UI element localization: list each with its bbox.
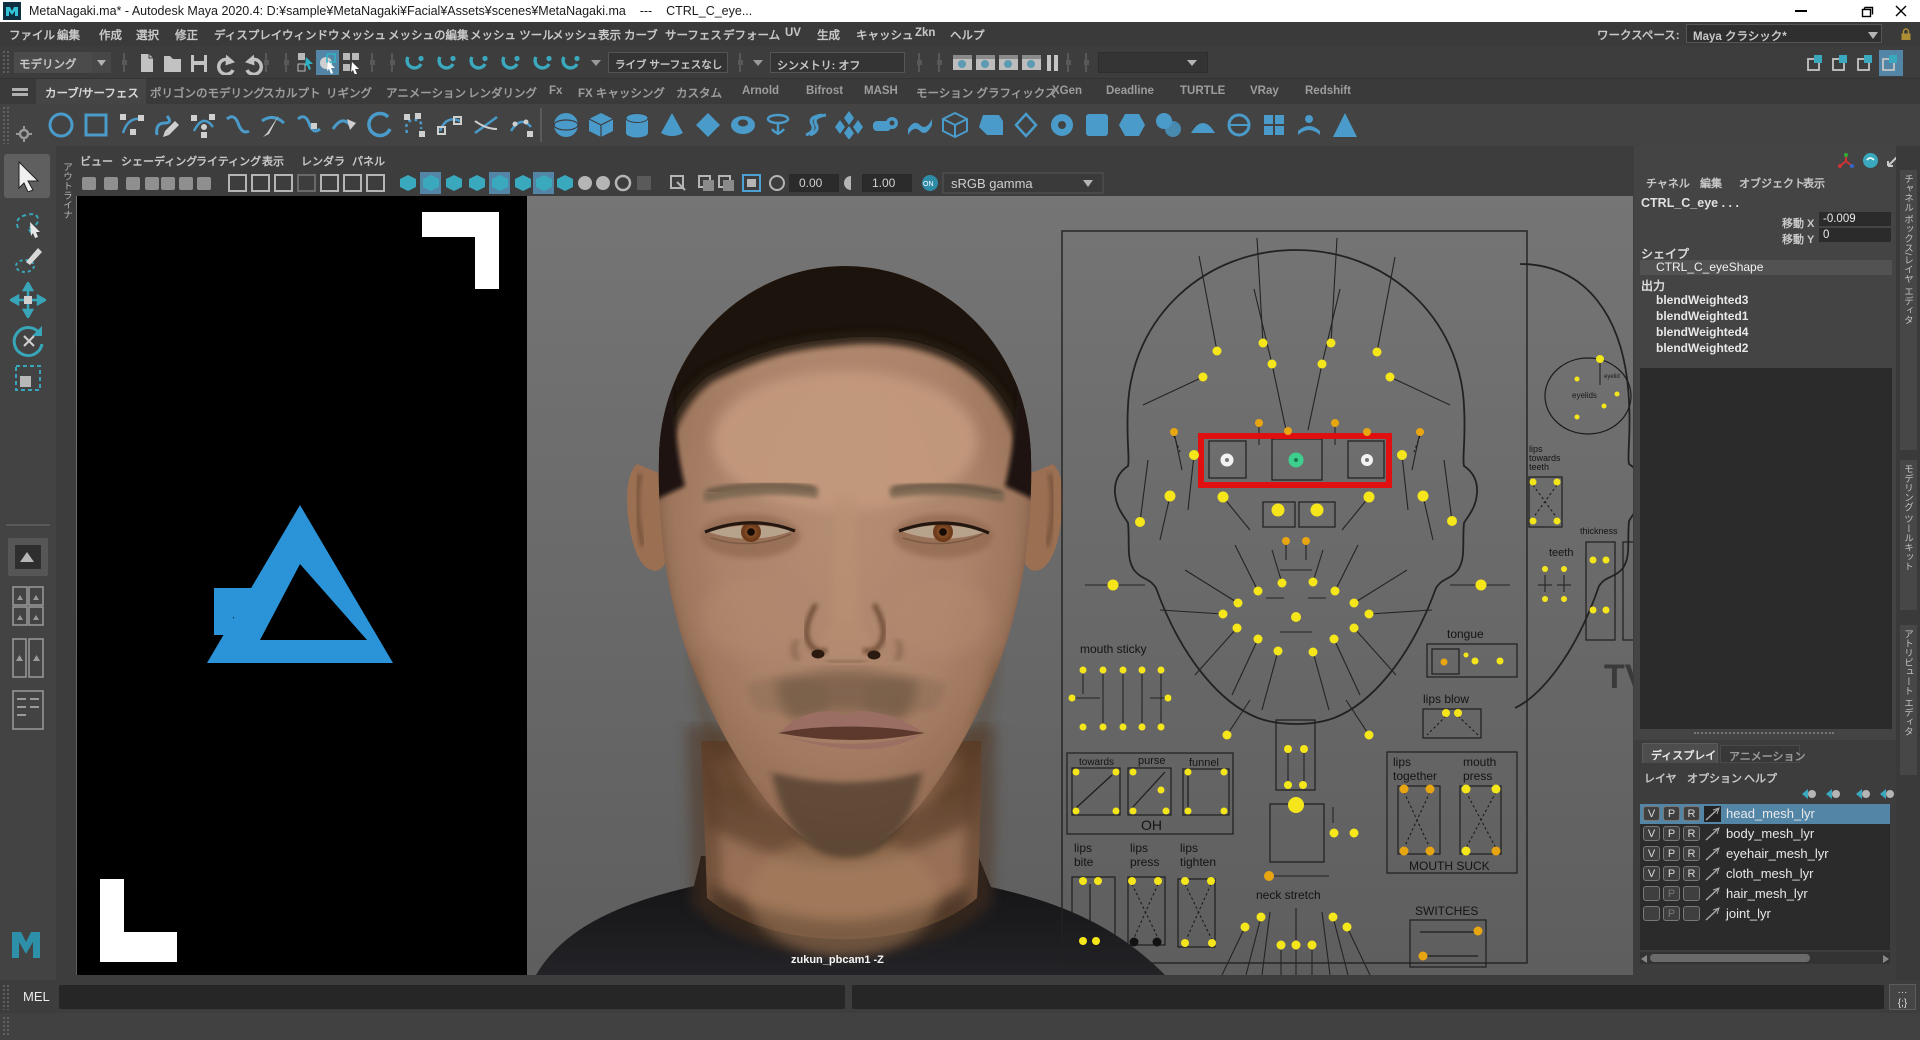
svg-text:teeth: teeth <box>1549 547 1573 559</box>
svg-text:lips blow: lips blow <box>1423 692 1469 706</box>
svg-text:lips: lips <box>1393 755 1411 769</box>
svg-text:mouth: mouth <box>1463 755 1496 769</box>
svg-text:1.00: 1.00 <box>872 176 896 190</box>
svg-text:teeth: teeth <box>1529 462 1549 472</box>
svg-text:purse: purse <box>1138 755 1166 767</box>
svg-text:SWITCHES: SWITCHES <box>1415 904 1478 918</box>
svg-text:sRGB gamma: sRGB gamma <box>951 176 1033 191</box>
svg-text:MOUTH SUCK: MOUTH SUCK <box>1409 859 1490 873</box>
svg-text:bite: bite <box>1074 855 1094 869</box>
svg-text:mouth sticky: mouth sticky <box>1080 642 1147 656</box>
svg-text:lips: lips <box>1074 841 1092 855</box>
svg-text:towards: towards <box>1079 757 1114 768</box>
svg-text:tighten: tighten <box>1180 855 1216 869</box>
svg-text:together: together <box>1393 769 1437 783</box>
svg-text:lips: lips <box>1130 841 1148 855</box>
svg-text:eyelid: eyelid <box>1604 374 1620 380</box>
svg-text:press: press <box>1130 855 1159 869</box>
svg-text:eyelids: eyelids <box>1572 391 1597 400</box>
svg-text:tongue: tongue <box>1447 627 1484 641</box>
svg-text:TV: TV <box>1604 658 1633 696</box>
svg-text:press: press <box>1463 769 1492 783</box>
svg-text:lips: lips <box>1180 841 1198 855</box>
svg-text:funnel: funnel <box>1189 757 1219 769</box>
svg-text:neck stretch: neck stretch <box>1256 888 1321 902</box>
svg-text:OH: OH <box>1141 817 1162 833</box>
svg-text:ON: ON <box>923 181 934 188</box>
svg-text:0.00: 0.00 <box>799 176 823 190</box>
svg-text:thickness: thickness <box>1580 526 1618 536</box>
